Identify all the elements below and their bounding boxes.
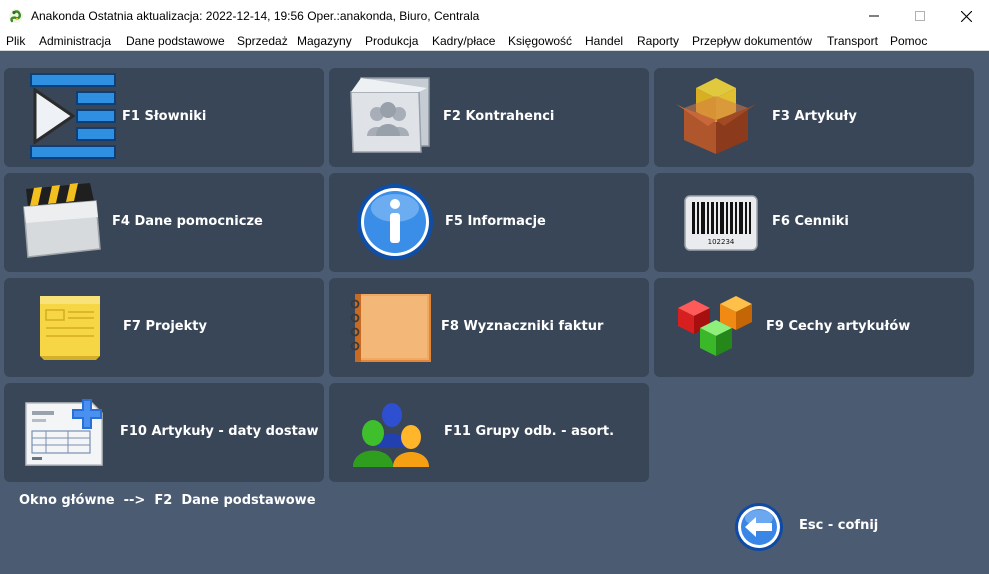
maximize-icon [915, 11, 925, 21]
tile-cenniki[interactable]: 102234 F6 Cenniki [654, 173, 974, 272]
tile-slowniki[interactable]: F1 Słowniki [4, 68, 324, 167]
back-button-label[interactable]: Esc - cofnij [799, 518, 878, 533]
tile-label: F1 Słowniki [122, 109, 207, 124]
maximize-button[interactable] [897, 0, 943, 32]
cubes-icon [678, 296, 752, 356]
main-panel: F1 Słowniki F2 Kontrahenci F3 Artykuły F… [0, 52, 989, 574]
tile-label: F11 Grupy odb. - asort. [444, 424, 615, 439]
minimize-icon [869, 15, 879, 17]
tile-label: F6 Cenniki [772, 214, 849, 229]
close-button[interactable] [943, 0, 989, 32]
minimize-button[interactable] [851, 0, 897, 32]
tile-kontrahenci[interactable]: F2 Kontrahenci [329, 68, 649, 167]
play-list-icon [30, 73, 116, 159]
notebook-icon [350, 294, 431, 362]
tile-label: F3 Artykuły [772, 109, 857, 124]
breadcrumb: Okno główne --> F2 Dane podstawowe [19, 493, 316, 508]
users-group-icon [353, 403, 429, 467]
tile-artykuly-daty-dostaw[interactable]: F10 Artykuły - daty dostaw [4, 383, 324, 482]
menu-bar: Plik Administracja Dane podstawowe Sprze… [0, 32, 989, 51]
snake-icon [9, 9, 23, 23]
info-icon [357, 184, 433, 260]
document-add-icon [25, 399, 103, 466]
menu-przeplyw-dokumentow[interactable]: Przepływ dokumentów [692, 34, 812, 48]
tile-dane-pomocnicze[interactable]: F4 Dane pomocnicze [4, 173, 324, 272]
menu-plik[interactable]: Plik [6, 34, 25, 48]
window-title: Anakonda Ostatnia aktualizacja: 2022-12-… [31, 9, 480, 23]
tile-label: F7 Projekty [123, 319, 207, 334]
tile-cechy-artykulow[interactable]: F9 Cechy artykułów [654, 278, 974, 377]
tile-grupy-odb-asort[interactable]: F11 Grupy odb. - asort. [329, 383, 649, 482]
tile-label: F5 Informacje [445, 214, 546, 229]
menu-sprzedaz[interactable]: Sprzedaż [237, 34, 288, 48]
tile-label: F8 Wyznaczniki faktur [441, 319, 604, 334]
menu-administracja[interactable]: Administracja [39, 34, 111, 48]
menu-kadry-place[interactable]: Kadry/płace [432, 34, 495, 48]
menu-pomoc[interactable]: Pomoc [890, 34, 927, 48]
menu-produkcja[interactable]: Produkcja [365, 34, 418, 48]
contacts-folder-icon [350, 77, 430, 153]
menu-handel[interactable]: Handel [585, 34, 623, 48]
menu-dane-podstawowe[interactable]: Dane podstawowe [126, 34, 225, 48]
close-icon [960, 10, 972, 22]
tile-label: F10 Artykuły - daty dostaw [120, 424, 319, 439]
menu-raporty[interactable]: Raporty [637, 34, 679, 48]
title-bar: Anakonda Ostatnia aktualizacja: 2022-12-… [0, 0, 989, 32]
menu-ksiegowosc[interactable]: Księgowość [508, 34, 572, 48]
menu-transport[interactable]: Transport [827, 34, 878, 48]
barcode-icon: 102234 [684, 195, 758, 251]
tile-label: F4 Dane pomocnicze [112, 214, 263, 229]
back-button[interactable] [734, 502, 784, 552]
barcode-number: 102234 [708, 238, 735, 246]
tile-label: F2 Kontrahenci [443, 109, 555, 124]
tile-informacje[interactable]: F5 Informacje [329, 173, 649, 272]
box-icon [676, 78, 756, 154]
tile-label: F9 Cechy artykułów [766, 319, 911, 334]
tile-wyznaczniki-faktur[interactable]: F8 Wyznaczniki faktur [329, 278, 649, 377]
sticky-note-icon [40, 296, 100, 360]
folder-icon [23, 183, 101, 258]
tile-projekty[interactable]: F7 Projekty [4, 278, 324, 377]
tile-artykuly[interactable]: F3 Artykuły [654, 68, 974, 167]
menu-magazyny[interactable]: Magazyny [297, 34, 352, 48]
